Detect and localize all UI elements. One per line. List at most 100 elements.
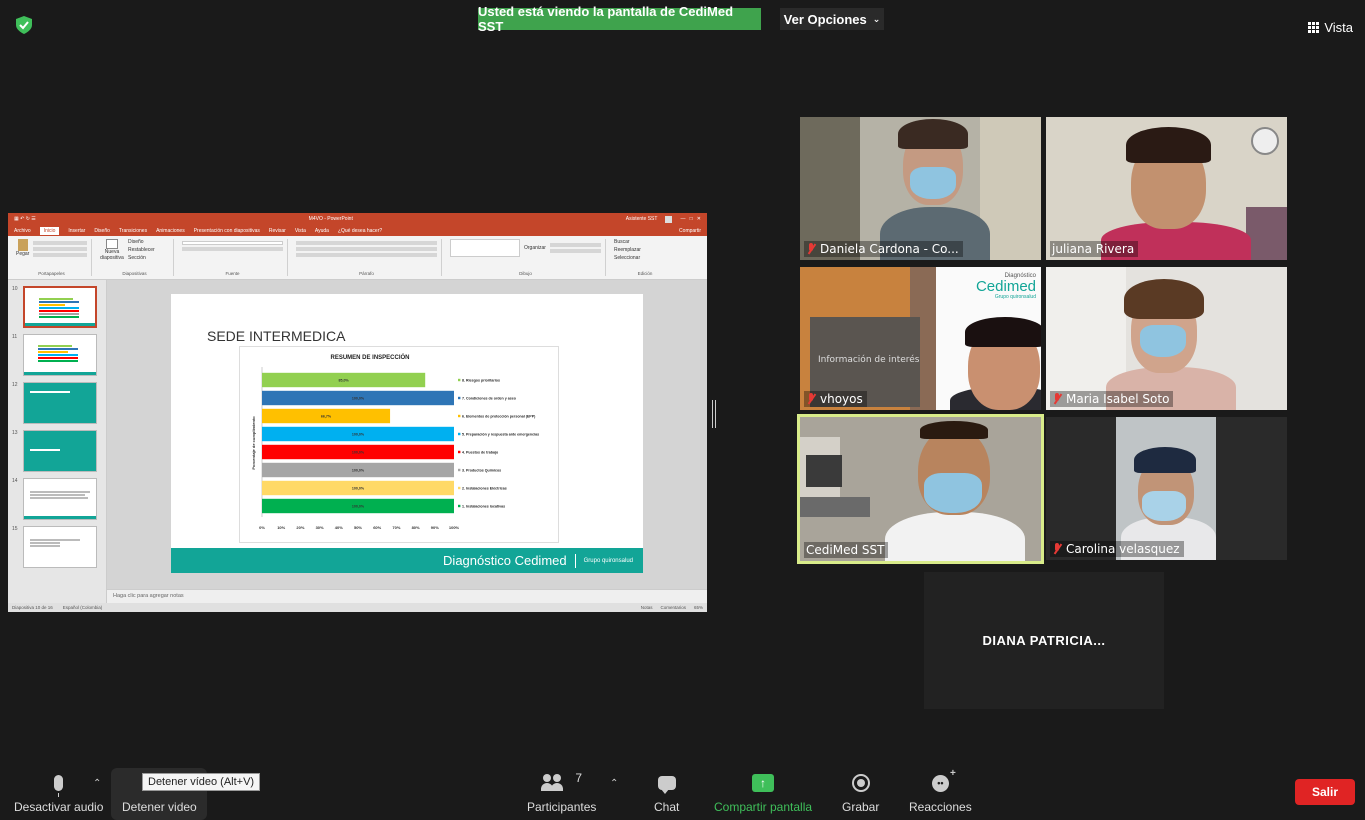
- leave-meeting-label: Salir: [1311, 785, 1338, 799]
- slide-thumbnail-preview: [23, 382, 97, 424]
- slide-thumbnails-panel[interactable]: 10 11 12 13 14 15: [8, 280, 107, 603]
- chart-x-tick-label: 40%: [335, 525, 343, 530]
- ribbon-group-editing: Buscar Reemplazar Seleccionar Edición: [610, 239, 680, 276]
- slide-counter: Diapositiva 10 de 16: [12, 605, 53, 610]
- shapes-gallery[interactable]: [450, 239, 520, 257]
- participant-tile-no-video[interactable]: DIANA PATRICIA...: [924, 572, 1164, 709]
- participant-name-label: Carolina velasquez: [1050, 541, 1184, 557]
- language-indicator[interactable]: Español (Colombia): [63, 605, 103, 610]
- find-button[interactable]: Buscar: [614, 239, 676, 245]
- ppt-quick-access[interactable]: ▦ ↶ ↻ ☰: [14, 216, 36, 222]
- section-button[interactable]: Sección: [128, 255, 155, 261]
- ribbon-label-slides: Diapositivas: [122, 271, 147, 276]
- microphone-icon: [54, 775, 64, 797]
- chat-button[interactable]: Chat: [654, 770, 679, 814]
- ppt-tab-archivo[interactable]: Archivo: [14, 228, 31, 234]
- participants-options-caret-icon[interactable]: ⌃: [610, 778, 618, 789]
- slide-thumbnail[interactable]: 10: [12, 286, 102, 328]
- select-button[interactable]: Seleccionar: [614, 255, 676, 261]
- paste-button[interactable]: Pegar: [16, 239, 29, 259]
- ppt-user-name: Asistente SST: [625, 216, 658, 222]
- ppt-tab-transiciones[interactable]: Transiciones: [119, 228, 147, 234]
- new-slide-button[interactable]: Nueva diapositiva: [100, 239, 124, 261]
- chart-legend-label: 5. Preparación y respuesta ante emergenc…: [462, 432, 539, 436]
- replace-button[interactable]: Reemplazar: [614, 247, 676, 253]
- view-layout-button[interactable]: Vista: [1308, 20, 1353, 35]
- audio-options-caret-icon[interactable]: ⌃: [93, 778, 101, 789]
- participant-tile-active-speaker[interactable]: CediMed SST: [797, 414, 1044, 564]
- ppt-tab-ayuda[interactable]: Ayuda: [315, 228, 329, 234]
- organize-button[interactable]: Organizar: [524, 245, 546, 251]
- ppt-window-controls[interactable]: — □ ✕: [680, 216, 701, 222]
- comments-toggle[interactable]: Comentarios: [660, 605, 686, 610]
- stop-video-tooltip: Detener vídeo (Alt+V): [142, 773, 261, 791]
- ppt-tab-inicio[interactable]: Inicio: [39, 226, 60, 235]
- ppt-tell-me[interactable]: ¿Qué desea hacer?: [338, 228, 382, 234]
- ribbon-group-clipboard: Pegar Portapapeles: [12, 239, 92, 276]
- participant-tile[interactable]: Carolina velasquez: [1046, 417, 1287, 560]
- slide-thumbnail[interactable]: 11: [12, 334, 102, 376]
- chart-x-tick-label: 80%: [412, 525, 420, 530]
- participant-name-label: DIANA PATRICIA...: [982, 633, 1106, 648]
- share-screen-button[interactable]: ↑ Compartir pantalla: [714, 770, 812, 814]
- view-layout-label: Vista: [1324, 20, 1353, 35]
- record-button[interactable]: Grabar: [842, 770, 879, 814]
- ribbon-group-drawing: Organizar Dibujo: [446, 239, 606, 276]
- shared-screen-powerpoint[interactable]: ▦ ↶ ↻ ☰ M4VO - PowerPoint Asistente SST …: [8, 213, 707, 612]
- participant-tile[interactable]: juliana Rivera: [1046, 117, 1287, 260]
- chart-legend-swatch: [458, 414, 461, 418]
- participant-tile[interactable]: Maria Isabel Soto: [1046, 267, 1287, 410]
- notes-pane[interactable]: Haga clic para agregar notas: [107, 589, 707, 603]
- chart-title: RESUMEN DE INSPECCIÓN: [330, 353, 409, 361]
- participant-name-label: vhoyos: [804, 391, 867, 407]
- ribbon-label-editing: Edición: [637, 271, 653, 276]
- ppt-ribbon-tabs: Archivo Inicio Insertar Diseño Transicio…: [8, 225, 707, 236]
- panel-resize-handle[interactable]: [711, 400, 717, 428]
- slide-thumbnail[interactable]: 15: [12, 526, 102, 568]
- slide-thumbnail[interactable]: 13: [12, 430, 102, 472]
- ppt-tab-insertar[interactable]: Insertar: [68, 228, 85, 234]
- ppt-tab-animaciones[interactable]: Animaciones: [156, 228, 185, 234]
- sign-text: Información de interés: [818, 355, 920, 365]
- ribbon-group-paragraph: Párrafo: [292, 239, 442, 276]
- ppt-status-bar: Diapositiva 10 de 16 Español (Colombia) …: [8, 603, 707, 612]
- current-slide[interactable]: SEDE INTERMEDICA RESUMEN DE INSPECCIÓN Po…: [171, 294, 643, 573]
- view-options-button[interactable]: Ver Opciones ⌄: [780, 8, 884, 30]
- share-screen-label: Compartir pantalla: [714, 800, 813, 814]
- ppt-share-button[interactable]: Compartir: [679, 228, 701, 234]
- slide-thumbnail-preview: [23, 334, 97, 376]
- ppt-tab-presentacion[interactable]: Presentación con diapositivas: [194, 228, 260, 234]
- notes-toggle[interactable]: Notas: [641, 605, 653, 610]
- footer-brand: Diagnóstico Cedimed: [443, 553, 567, 568]
- chart-data-label: 100,0%: [352, 451, 365, 455]
- smiley-icon: ••: [931, 768, 956, 792]
- chart-legend-label: 2. Instalaciones Eléctricas: [462, 486, 507, 490]
- ppt-tab-vista[interactable]: Vista: [295, 228, 306, 234]
- chart-legend-label: 8. Riesgos prioritarios: [462, 378, 500, 382]
- ppt-tab-revisar[interactable]: Revisar: [269, 228, 286, 234]
- ppt-tab-diseno[interactable]: Diseño: [94, 228, 110, 234]
- mute-audio-button[interactable]: Desactivar audio: [14, 770, 103, 814]
- participant-tile[interactable]: Información de interés Diagnóstico Cedim…: [800, 267, 1041, 410]
- layout-button[interactable]: Diseño: [128, 239, 155, 245]
- slide-thumbnail-preview: [23, 526, 97, 568]
- chart-legend-label: 7. Condiciones de orden y aseo: [462, 396, 517, 400]
- shield-icon[interactable]: [16, 16, 32, 34]
- ribbon-label-font: Fuente: [225, 271, 240, 276]
- chart-legend-swatch: [458, 396, 461, 400]
- reactions-button[interactable]: •• Reacciones: [909, 768, 972, 815]
- slide-thumbnail[interactable]: 14: [12, 478, 102, 520]
- grid-view-icon: [1308, 22, 1320, 33]
- notes-placeholder: Haga clic para agregar notas: [113, 593, 184, 599]
- leave-meeting-button[interactable]: Salir: [1295, 779, 1355, 805]
- zoom-level[interactable]: 65%: [694, 605, 703, 610]
- screen-share-text: Usted está viendo la pantalla de CediMed…: [478, 4, 734, 34]
- chart-data-label: 85,0%: [338, 379, 349, 383]
- inspection-chart[interactable]: RESUMEN DE INSPECCIÓN Porcentaje de cumpl…: [239, 346, 559, 543]
- reset-button[interactable]: Restablecer: [128, 247, 155, 253]
- participant-tile[interactable]: Daniela Cardona - Co...: [800, 117, 1041, 260]
- slide-edit-area[interactable]: SEDE INTERMEDICA RESUMEN DE INSPECCIÓN Po…: [107, 280, 707, 603]
- slide-thumbnail[interactable]: 12: [12, 382, 102, 424]
- participants-button[interactable]: 7 Participantes: [527, 770, 596, 814]
- chart-legend-label: 4. Puestos de trabajo: [462, 450, 499, 454]
